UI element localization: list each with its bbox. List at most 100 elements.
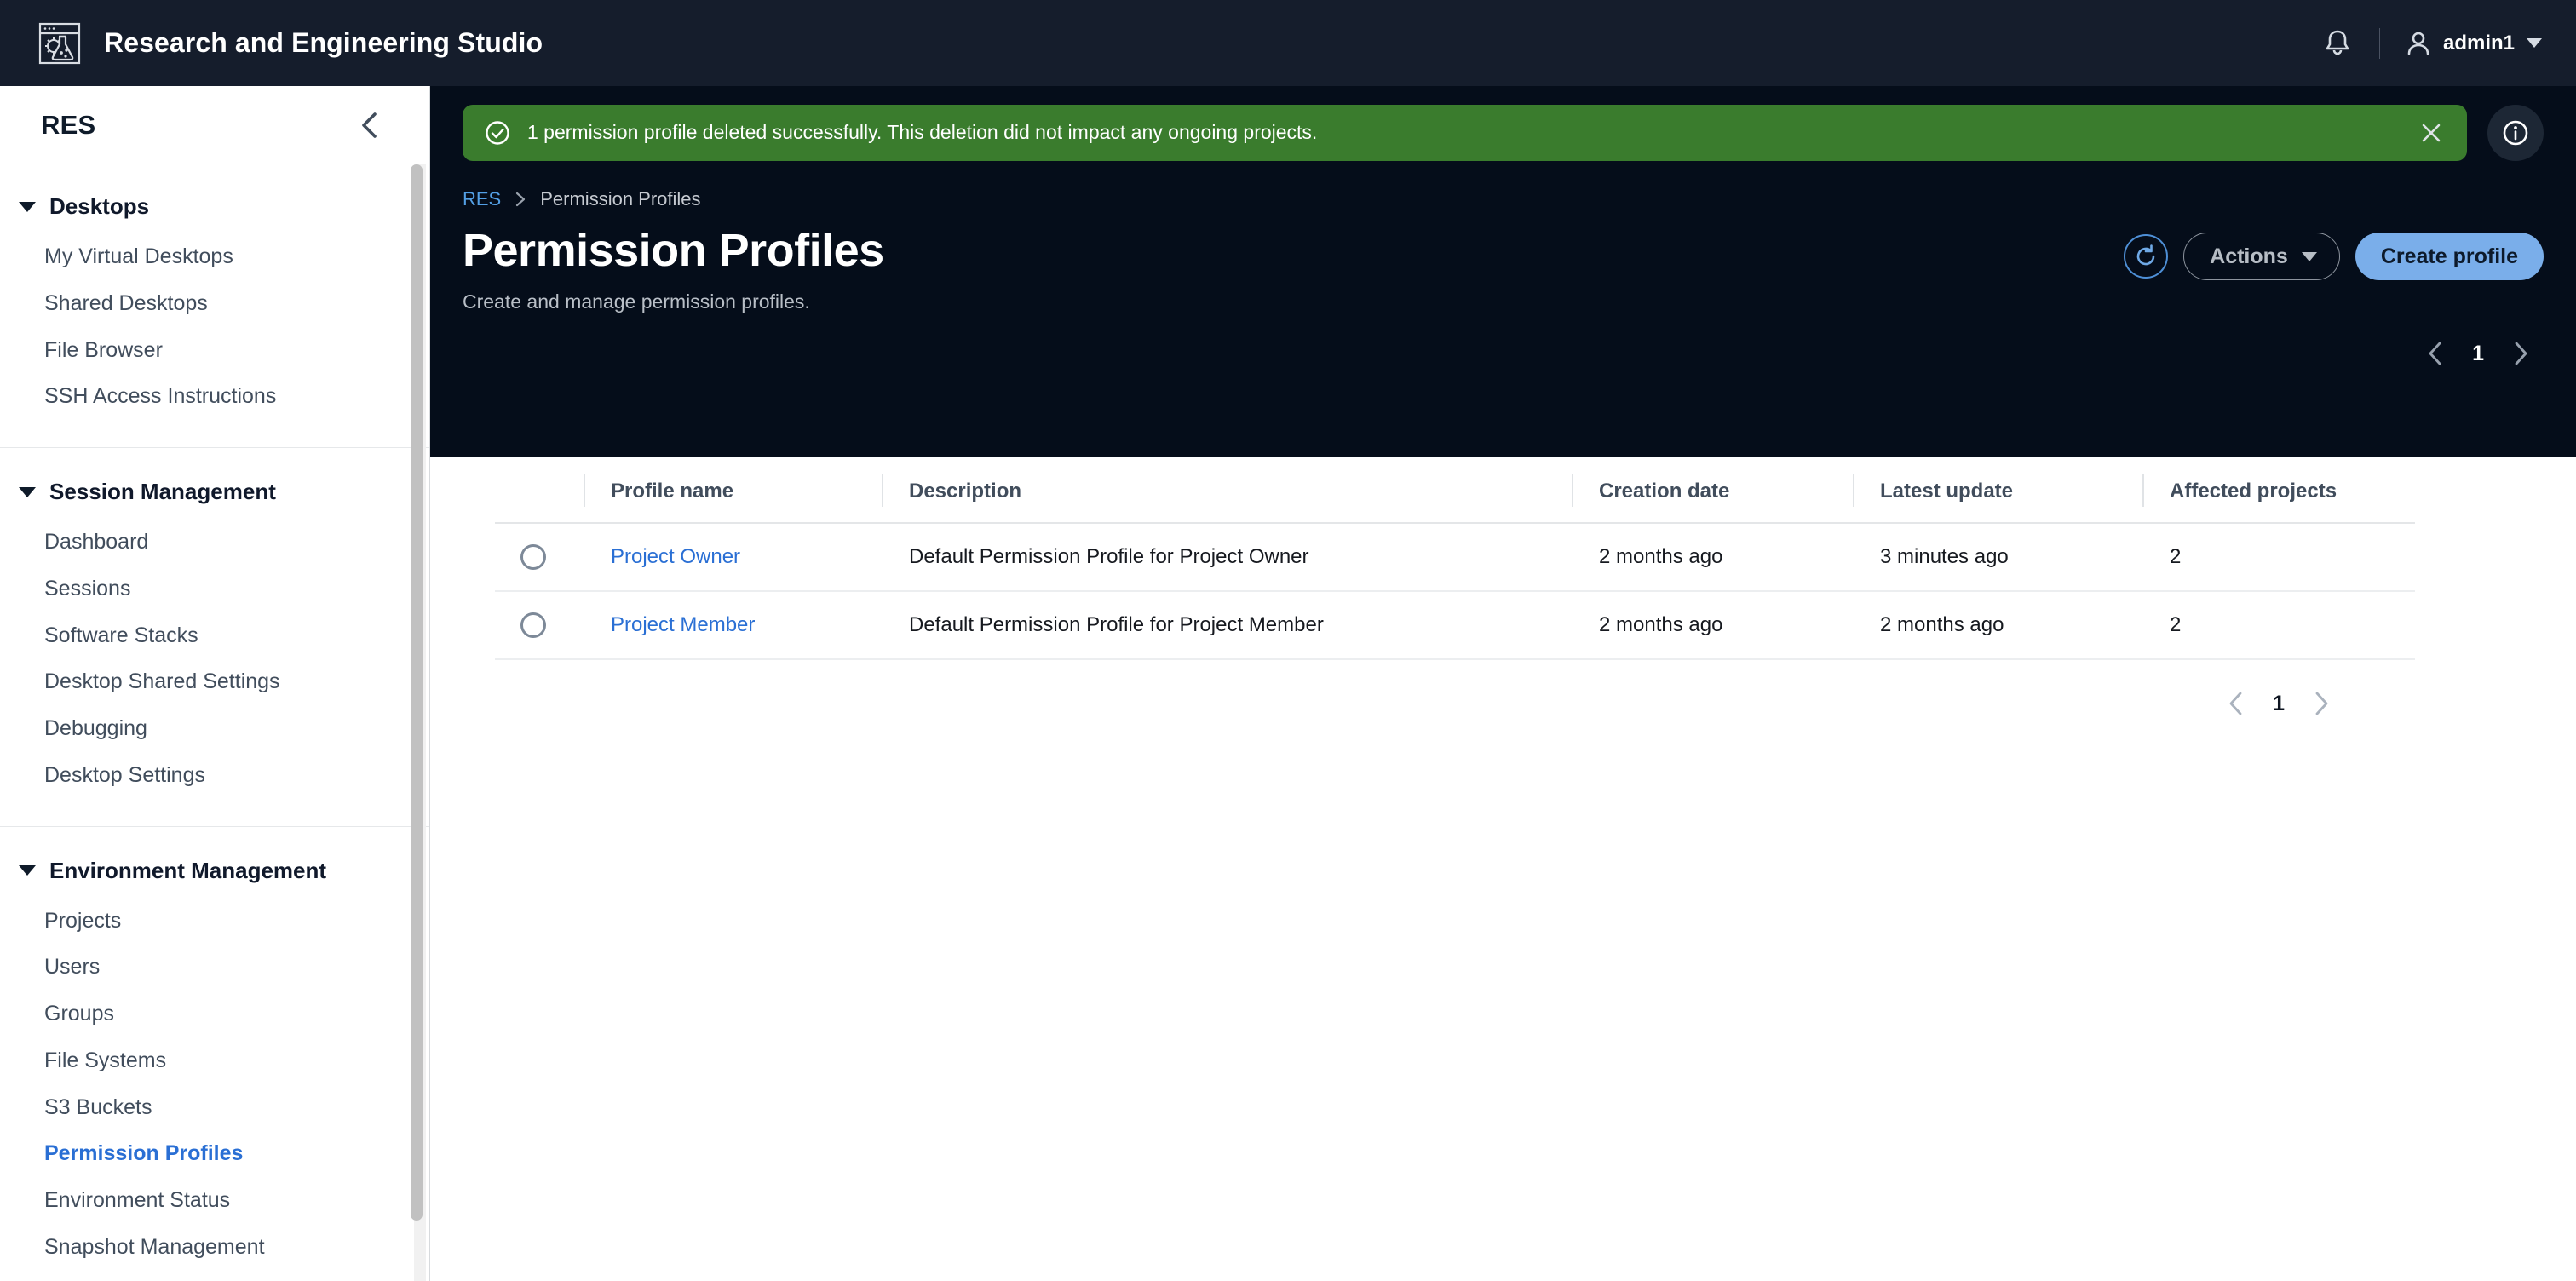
nav-group-label: Desktops xyxy=(49,193,150,219)
main-content: 1 permission profile deleted successfull… xyxy=(430,86,2576,1281)
column-label: Creation date xyxy=(1599,480,1730,503)
caret-down-icon xyxy=(2301,251,2317,261)
cell-latest-update: 3 minutes ago xyxy=(1853,523,2142,591)
sidebar-item-permission-profiles[interactable]: Permission Profiles xyxy=(0,1130,429,1177)
cell-description: Default Permission Profile for Project O… xyxy=(882,523,1572,591)
table-head: Profile name Description Creation date L… xyxy=(495,457,2415,523)
sidebar-item-file-browser[interactable]: File Browser xyxy=(0,327,429,374)
column-label: Affected projects xyxy=(2170,480,2337,503)
close-icon xyxy=(2422,124,2441,142)
nav-group-session-management: Session Management Dashboard Sessions So… xyxy=(0,447,429,807)
pagination-prev-button[interactable] xyxy=(2421,339,2450,368)
info-circle-icon xyxy=(2503,120,2528,146)
sidebar-nav-scroll[interactable]: Desktops My Virtual Desktops Shared Desk… xyxy=(0,164,429,1281)
notification-dismiss-button[interactable] xyxy=(2414,116,2448,150)
breadcrumb-link-res[interactable]: RES xyxy=(463,188,501,210)
row-select-cell[interactable] xyxy=(495,523,584,591)
check-circle-icon xyxy=(486,121,509,145)
chevron-right-icon xyxy=(516,192,526,207)
pagination-next-button[interactable] xyxy=(2506,339,2535,368)
create-profile-button[interactable]: Create profile xyxy=(2355,233,2544,280)
nav-group-environment-management: Environment Management Projects Users Gr… xyxy=(0,825,429,1279)
sidebar-item-desktop-settings[interactable]: Desktop Settings xyxy=(0,752,429,799)
column-divider xyxy=(584,474,585,507)
affected-projects-text: 2 xyxy=(2170,545,2182,568)
row-radio-button[interactable] xyxy=(520,544,546,570)
nav-group-header-session-management[interactable]: Session Management xyxy=(0,474,429,510)
sidebar-collapse-button[interactable] xyxy=(351,106,388,144)
page-actions: Actions Create profile xyxy=(2124,224,2544,280)
notifications-button[interactable] xyxy=(2314,20,2360,66)
pagination-page-1[interactable]: 1 xyxy=(2273,692,2285,716)
sidebar-scrollbar-thumb[interactable] xyxy=(411,164,423,1221)
pagination-prev-button[interactable] xyxy=(2222,689,2251,718)
caret-down-icon xyxy=(2527,38,2542,48)
column-label: Latest update xyxy=(1880,480,2014,503)
column-header-creation-date[interactable]: Creation date xyxy=(1572,457,1853,523)
cell-latest-update: 2 months ago xyxy=(1853,591,2142,659)
nav-group-desktops: Desktops My Virtual Desktops Shared Desk… xyxy=(0,188,429,428)
sidebar-item-ssh-access-instructions[interactable]: SSH Access Instructions xyxy=(0,373,429,420)
content-area: Profile name Description Creation date L… xyxy=(430,457,2576,1281)
breadcrumb-current: Permission Profiles xyxy=(540,188,701,210)
column-header-affected-projects[interactable]: Affected projects xyxy=(2142,457,2415,523)
sidebar-item-file-systems[interactable]: File Systems xyxy=(0,1037,429,1084)
sidebar-item-shared-desktops[interactable]: Shared Desktops xyxy=(0,280,429,327)
triangle-down-icon xyxy=(19,865,36,876)
chevron-right-icon xyxy=(2315,692,2328,715)
help-panel-button[interactable] xyxy=(2487,105,2544,161)
column-header-description[interactable]: Description xyxy=(882,457,1572,523)
sidebar-item-s3-buckets[interactable]: S3 Buckets xyxy=(0,1084,429,1131)
pagination-next-button[interactable] xyxy=(2307,689,2336,718)
sidebar-item-users[interactable]: Users xyxy=(0,944,429,991)
permission-profiles-table-card: Profile name Description Creation date L… xyxy=(495,457,2415,1281)
sidebar-item-software-stacks[interactable]: Software Stacks xyxy=(0,612,429,659)
bell-icon xyxy=(2326,30,2349,55)
select-column-header xyxy=(495,457,584,523)
sidebar-item-groups[interactable]: Groups xyxy=(0,991,429,1037)
nav-group-header-desktops[interactable]: Desktops xyxy=(0,188,429,225)
triangle-down-icon xyxy=(19,201,36,212)
creation-date-text: 2 months ago xyxy=(1599,613,1723,636)
latest-update-text: 2 months ago xyxy=(1880,613,2004,636)
sidebar-item-environment-status[interactable]: Environment Status xyxy=(0,1177,429,1224)
column-label: Description xyxy=(909,480,1022,503)
topbar-divider xyxy=(2378,27,2380,59)
row-radio-button[interactable] xyxy=(520,612,546,638)
table-row[interactable]: Project Owner Default Permission Profile… xyxy=(495,523,2415,591)
pagination-page-1[interactable]: 1 xyxy=(2472,342,2484,366)
sidebar-item-snapshot-management[interactable]: Snapshot Management xyxy=(0,1224,429,1271)
brand[interactable]: Research and Engineering Studio xyxy=(37,21,543,66)
sidebar-item-desktop-shared-settings[interactable]: Desktop Shared Settings xyxy=(0,658,429,705)
sidebar-item-dashboard[interactable]: Dashboard xyxy=(0,519,429,566)
row-select-cell[interactable] xyxy=(495,591,584,659)
sidebar-title: RES xyxy=(41,109,96,140)
app-root: Research and Engineering Studio admin1 R… xyxy=(0,0,2576,1281)
page-subtitle: Create and manage permission profiles. xyxy=(463,290,810,313)
page-header-dark-region: 1 permission profile deleted successfull… xyxy=(430,86,2576,457)
refresh-button[interactable] xyxy=(2124,234,2169,279)
profile-name-link[interactable]: Project Member xyxy=(584,613,755,636)
success-notification: 1 permission profile deleted successfull… xyxy=(463,105,2467,161)
table-row[interactable]: Project Member Default Permission Profil… xyxy=(495,591,2415,659)
column-header-profile-name[interactable]: Profile name xyxy=(584,457,882,523)
table-body: Project Owner Default Permission Profile… xyxy=(495,523,2415,659)
table-header-row: Profile name Description Creation date L… xyxy=(495,457,2415,523)
sidebar-item-my-virtual-desktops[interactable]: My Virtual Desktops xyxy=(0,233,429,280)
page-title-row: Permission Profiles Actions Create profi… xyxy=(430,210,2576,280)
sidebar-scrollbar-track[interactable] xyxy=(411,164,426,1281)
user-menu-button[interactable]: admin1 xyxy=(2402,25,2545,62)
flask-gear-browser-logo-icon xyxy=(38,22,81,64)
column-label: Profile name xyxy=(611,480,734,503)
profile-name-link[interactable]: Project Owner xyxy=(584,545,740,568)
sidebar-item-debugging[interactable]: Debugging xyxy=(0,705,429,752)
sidebar-item-sessions[interactable]: Sessions xyxy=(0,566,429,612)
cell-profile-name: Project Member xyxy=(584,591,882,659)
sidebar-item-projects[interactable]: Projects xyxy=(0,898,429,945)
chevron-left-icon xyxy=(2429,342,2441,365)
actions-dropdown-button[interactable]: Actions xyxy=(2183,233,2340,280)
column-header-latest-update[interactable]: Latest update xyxy=(1853,457,2142,523)
user-name: admin1 xyxy=(2442,31,2515,55)
nav-group-header-environment-management[interactable]: Environment Management xyxy=(0,853,429,889)
refresh-icon xyxy=(2136,244,2155,266)
